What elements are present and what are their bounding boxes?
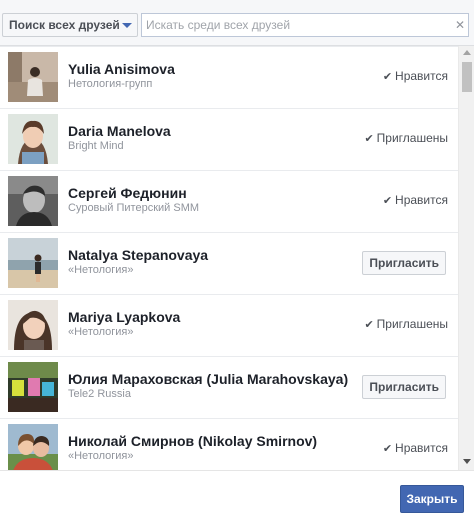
scroll-up-arrow-icon[interactable] [463, 50, 471, 55]
check-icon: ✔ [382, 71, 393, 83]
friend-status-label: Нравится [395, 69, 448, 83]
friend-row: Daria Manelova Bright Mind ✔ Приглашены [0, 108, 458, 170]
friend-status-label: Приглашены [376, 131, 448, 145]
friends-search-input[interactable] [141, 13, 469, 37]
check-icon: ✔ [364, 133, 374, 145]
friend-subtitle: «Нетология» [68, 264, 134, 276]
friends-filter-label: Поиск всех друзей [9, 18, 120, 32]
friend-status: ✔ Нравится [383, 193, 448, 207]
scroll-down-arrow-icon[interactable] [463, 459, 471, 464]
invite-button[interactable]: Пригласить [362, 251, 446, 275]
check-icon: ✔ [382, 443, 393, 455]
avatar [8, 52, 58, 102]
friend-status-label: Нравится [395, 441, 448, 455]
friend-row: Natalya Stepanovaya «Нетология» Пригласи… [0, 232, 458, 294]
friend-subtitle: Bright Mind [68, 140, 124, 152]
friend-row: Юлия Мараховская (Julia Marahovskaya) Te… [0, 356, 458, 418]
friend-status: ✔ Приглашены [364, 131, 448, 145]
friends-list-scrollbar[interactable] [458, 46, 474, 470]
friends-filter-dropdown[interactable]: Поиск всех друзей [2, 13, 138, 37]
friend-status: ✔ Приглашены [364, 317, 448, 331]
friend-name[interactable]: Yulia Anisimova [68, 61, 175, 77]
friend-status: ✔ Нравится [383, 69, 448, 83]
friend-name[interactable]: Сергей Федюнин [68, 185, 187, 201]
avatar [8, 114, 58, 164]
avatar [8, 362, 58, 412]
avatar [8, 300, 58, 350]
friend-row: Сергей Федюнин Суровый Питерский SMM ✔ Нр… [0, 170, 458, 232]
clear-search-icon[interactable]: ✕ [454, 18, 466, 32]
dialog-toolbar: Поиск всех друзей ✕ [0, 0, 474, 46]
friend-status: ✔ Нравится [383, 441, 448, 455]
invite-button[interactable]: Пригласить [362, 375, 446, 399]
avatar [8, 176, 58, 226]
friend-name[interactable]: Mariya Lyapkova [68, 309, 180, 325]
friend-subtitle: Суровый Питерский SMM [68, 202, 200, 214]
close-button[interactable]: Закрыть [400, 485, 464, 513]
friend-row: Yulia Anisimova Нетология-групп ✔ Нравитс… [0, 46, 458, 108]
friend-name[interactable]: Юлия Мараховская (Julia Marahovskaya) [68, 371, 348, 387]
friend-subtitle: Tele2 Russia [68, 388, 131, 400]
check-icon: ✔ [382, 195, 393, 207]
friend-subtitle: «Нетология» [68, 450, 134, 462]
friend-name[interactable]: Daria Manelova [68, 123, 171, 139]
friend-status-label: Приглашены [376, 317, 448, 331]
scrollbar-thumb[interactable] [462, 62, 472, 92]
friends-list-viewport[interactable]: Yulia Anisimova Нетология-групп ✔ Нравитс… [0, 46, 474, 470]
friend-status-label: Нравится [395, 193, 448, 207]
friend-row: Mariya Lyapkova «Нетология» ✔ Приглашены [0, 294, 458, 356]
friend-name[interactable]: Natalya Stepanovaya [68, 247, 208, 263]
dialog-footer: Закрыть [0, 470, 474, 519]
friend-subtitle: Нетология-групп [68, 78, 153, 90]
avatar [8, 424, 58, 470]
check-icon: ✔ [364, 319, 374, 331]
caret-down-icon [122, 23, 132, 28]
friend-subtitle: «Нетология» [68, 326, 134, 338]
friend-row: Николай Смирнов (Nikolay Smirnov) «Нетол… [0, 418, 458, 470]
avatar [8, 238, 58, 288]
friend-name[interactable]: Николай Смирнов (Nikolay Smirnov) [68, 433, 317, 449]
